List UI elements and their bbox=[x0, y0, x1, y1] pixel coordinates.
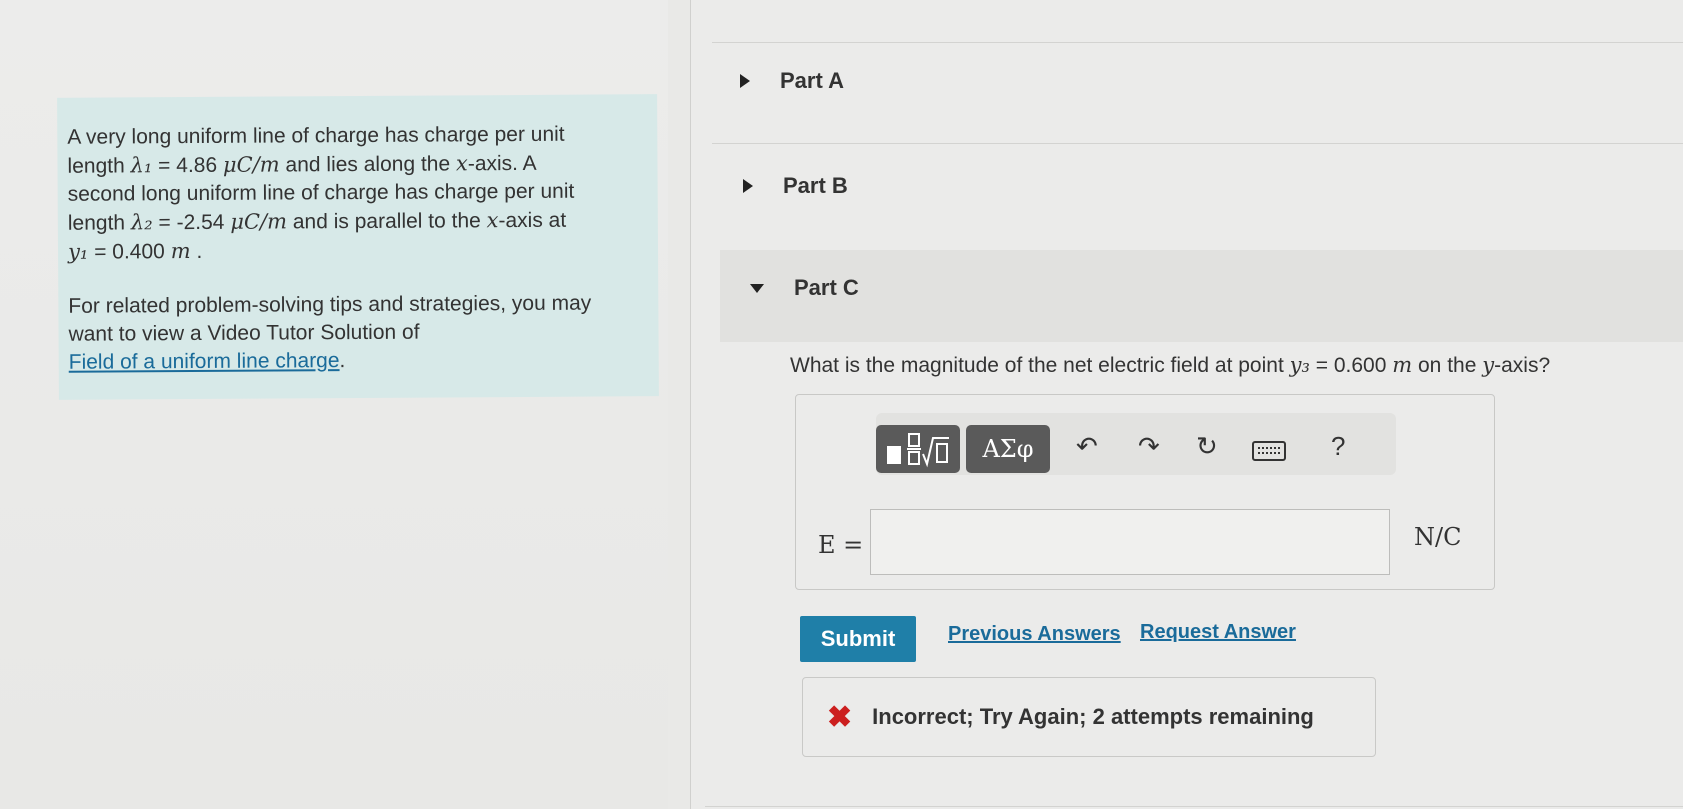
video-tutor-link[interactable]: Field of a uniform line charge bbox=[69, 349, 340, 374]
redo-icon[interactable]: ↷ bbox=[1138, 431, 1160, 462]
problem-statement: A very long uniform line of charge has c… bbox=[57, 94, 659, 400]
answer-input[interactable] bbox=[870, 509, 1390, 575]
divider bbox=[712, 42, 1683, 43]
previous-answers-link[interactable]: Previous Answers bbox=[948, 623, 1121, 646]
part-b-header[interactable]: Part B bbox=[743, 173, 848, 199]
collapse-arrow-icon bbox=[750, 283, 764, 293]
question-text: What is the magnitude of the net electri… bbox=[790, 353, 1551, 377]
tips-text: For related problem-solving tips and str… bbox=[68, 291, 592, 374]
request-answer-link[interactable]: Request Answer bbox=[1140, 621, 1296, 644]
part-c-band bbox=[720, 250, 1683, 342]
feedback-banner: ✖ Incorrect; Try Again; 2 attempts remai… bbox=[802, 677, 1376, 757]
help-button[interactable]: ? bbox=[1331, 431, 1345, 462]
feedback-text: Incorrect; Try Again; 2 attempts remaini… bbox=[872, 704, 1314, 729]
divider bbox=[712, 143, 1683, 144]
fraction-root-icon bbox=[887, 433, 949, 468]
expand-arrow-icon bbox=[743, 179, 753, 193]
problem-text: A very long uniform line of charge has c… bbox=[67, 122, 575, 264]
answer-unit: N/C bbox=[1414, 523, 1462, 551]
divider bbox=[705, 806, 1683, 807]
submit-button[interactable]: Submit bbox=[800, 616, 916, 662]
expand-arrow-icon bbox=[740, 74, 750, 88]
part-a-header[interactable]: Part A bbox=[740, 68, 844, 94]
reset-icon[interactable]: ↻ bbox=[1196, 431, 1218, 462]
keyboard-icon[interactable] bbox=[1252, 437, 1286, 468]
undo-icon[interactable]: ↶ bbox=[1076, 431, 1098, 462]
error-icon: ✖ bbox=[827, 700, 853, 734]
answer-label: E = bbox=[818, 531, 864, 559]
answer-box: ΑΣφ ↶ ↷ ↻ ? E = N/C bbox=[795, 394, 1495, 590]
symbols-button[interactable]: ΑΣφ bbox=[966, 425, 1050, 473]
part-c-header[interactable]: Part C bbox=[750, 275, 859, 301]
math-toolbar: ΑΣφ ↶ ↷ ↻ ? bbox=[876, 413, 1396, 475]
left-panel: A very long uniform line of charge has c… bbox=[0, 0, 668, 809]
templates-button[interactable] bbox=[876, 425, 960, 473]
